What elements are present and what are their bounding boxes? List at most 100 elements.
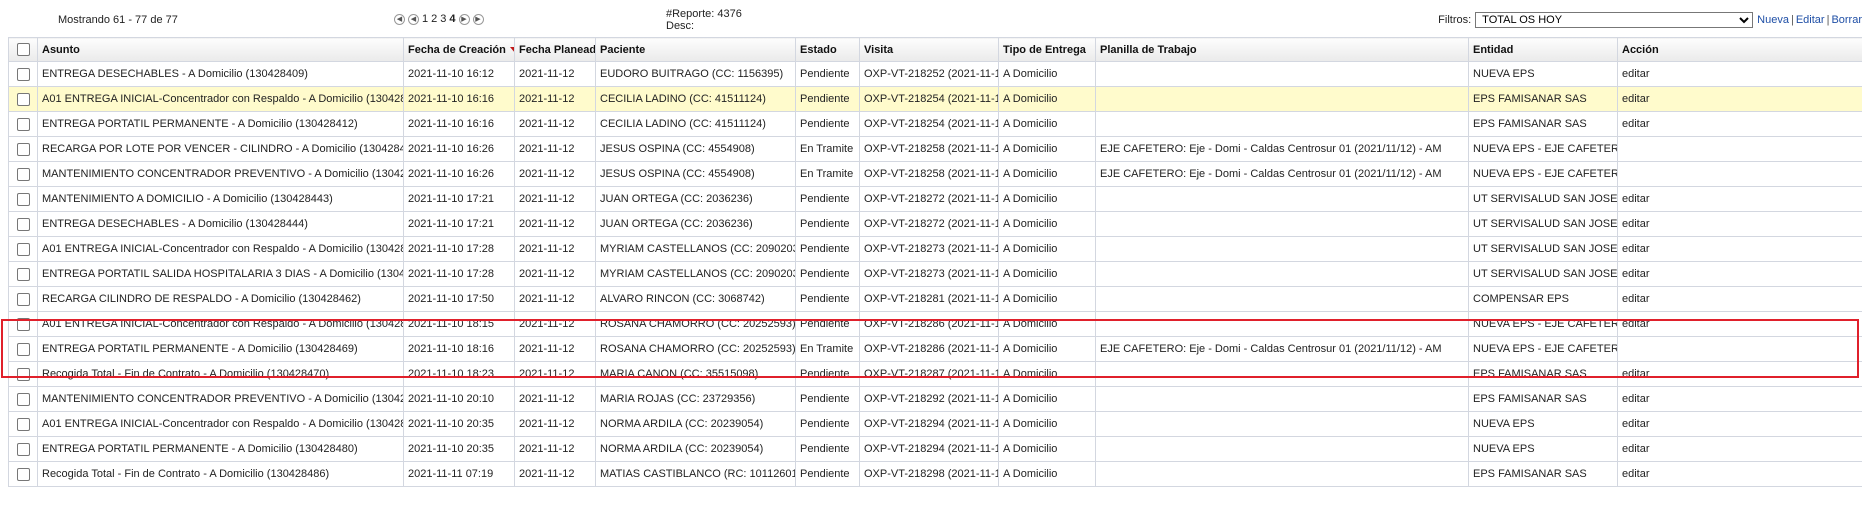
edit-row-link[interactable]: editar (1622, 218, 1650, 230)
filter-select[interactable]: TOTAL OS HOY (1475, 12, 1754, 28)
page-link-1[interactable]: 1 (422, 13, 428, 25)
cell-asunto: A01 ENTREGA INICIAL-Concentrador con Res… (37, 411, 404, 437)
row-checkbox[interactable] (16, 117, 30, 131)
cell-fecha-planeada: 2021-11-12 (514, 86, 596, 112)
cell-visita: OXP-VT-218298 (2021-11-12) (859, 461, 999, 487)
select-all-checkbox[interactable] (16, 43, 30, 56)
page-link-2[interactable]: 2 (431, 13, 437, 25)
edit-row-link[interactable]: editar (1622, 393, 1650, 405)
row-checkbox[interactable] (16, 142, 30, 156)
row-checkbox[interactable] (16, 242, 30, 256)
cell-tipo-entrega: A Domicilio (998, 311, 1096, 337)
new-link[interactable]: Nueva (1757, 14, 1789, 26)
header-visita[interactable]: Visita (859, 37, 999, 62)
cell-visita: OXP-VT-218254 (2021-11-12) (859, 111, 999, 137)
cell-estado: En Tramite (795, 161, 860, 187)
cell-tipo-entrega: A Domicilio (998, 86, 1096, 112)
row-checkbox[interactable] (16, 267, 30, 281)
cell-fecha-creacion: 2021-11-10 17:21 (403, 211, 515, 237)
header-estado[interactable]: Estado (795, 37, 860, 62)
cell-entidad: EPS FAMISANAR SAS (1468, 386, 1618, 412)
edit-row-link[interactable]: editar (1622, 418, 1650, 430)
row-checkbox[interactable] (16, 367, 30, 381)
row-checkbox[interactable] (16, 92, 30, 106)
first-page-icon[interactable]: ◀ (394, 13, 405, 25)
cell-tipo-entrega: A Domicilio (998, 461, 1096, 487)
table-row[interactable]: ENTREGA PORTATIL SALIDA HOSPITALARIA 3 D… (8, 261, 1862, 287)
table-row[interactable]: A01 ENTREGA INICIAL-Concentrador con Res… (8, 236, 1862, 262)
row-checkbox[interactable] (16, 192, 30, 206)
cell-accion: editar (1617, 411, 1862, 437)
row-checkbox[interactable] (16, 392, 30, 406)
cell-visita: OXP-VT-218273 (2021-11-12) (859, 261, 999, 287)
header-paciente[interactable]: Paciente (595, 37, 796, 62)
header-fecha-creacion[interactable]: Fecha de Creación (403, 37, 515, 62)
table-row[interactable]: ENTREGA DESECHABLES - A Domicilio (13042… (8, 61, 1862, 87)
row-checkbox[interactable] (16, 317, 30, 331)
edit-row-link[interactable]: editar (1622, 318, 1650, 330)
action-links: Nueva | Editar | Borrar (1757, 14, 1862, 26)
table-row[interactable]: RECARGA POR LOTE POR VENCER - CILINDRO -… (8, 136, 1862, 162)
next-page-icon[interactable]: ▶ (458, 13, 470, 25)
cell-paciente: MYRIAM CASTELLANOS (CC: 20902039) (595, 261, 796, 287)
table-row[interactable]: A01 ENTREGA INICIAL-Concentrador con Res… (8, 411, 1862, 437)
edit-row-link[interactable]: editar (1622, 293, 1650, 305)
cell-planilla (1095, 86, 1469, 112)
cell-fecha-creacion: 2021-11-10 17:50 (403, 286, 515, 312)
table-row[interactable]: ENTREGA PORTATIL PERMANENTE - A Domicili… (8, 111, 1862, 137)
edit-row-link[interactable]: editar (1622, 268, 1650, 280)
table-row[interactable]: ENTREGA PORTATIL PERMANENTE - A Domicili… (8, 336, 1862, 362)
header-entidad[interactable]: Entidad (1468, 37, 1618, 62)
header-tipo-entrega[interactable]: Tipo de Entrega (998, 37, 1096, 62)
delete-link[interactable]: Borrar (1831, 14, 1862, 26)
row-checkbox[interactable] (16, 442, 30, 456)
edit-link[interactable]: Editar (1796, 14, 1825, 26)
cell-fecha-planeada: 2021-11-12 (514, 461, 596, 487)
edit-row-link[interactable]: editar (1622, 193, 1650, 205)
table-row[interactable]: MANTENIMIENTO CONCENTRADOR PREVENTIVO - … (8, 386, 1862, 412)
table-row[interactable]: RECARGA CILINDRO DE RESPALDO - A Domicil… (8, 286, 1862, 312)
edit-row-link[interactable]: editar (1622, 68, 1650, 80)
edit-row-link[interactable]: editar (1622, 243, 1650, 255)
cell-tipo-entrega: A Domicilio (998, 436, 1096, 462)
cell-tipo-entrega: A Domicilio (998, 61, 1096, 87)
row-checkbox[interactable] (16, 417, 30, 431)
row-checkbox[interactable] (16, 467, 30, 481)
row-select-cell (8, 386, 38, 412)
header-fecha-planeada[interactable]: Fecha Planeada (514, 37, 596, 62)
row-checkbox[interactable] (16, 342, 30, 356)
page-link-3[interactable]: 3 (440, 13, 446, 25)
cell-fecha-planeada: 2021-11-12 (514, 436, 596, 462)
table-row[interactable]: A01 ENTREGA INICIAL-Concentrador con Res… (8, 311, 1862, 337)
row-checkbox[interactable] (16, 292, 30, 306)
previous-page-icon[interactable]: ◀ (408, 13, 419, 25)
row-select-cell (8, 361, 38, 387)
cell-estado: Pendiente (795, 111, 860, 137)
row-checkbox[interactable] (16, 217, 30, 231)
table-row[interactable]: Recogida Total - Fin de Contrato - A Dom… (8, 461, 1862, 487)
row-checkbox[interactable] (16, 167, 30, 181)
edit-row-link[interactable]: editar (1622, 368, 1650, 380)
header-asunto[interactable]: Asunto (37, 37, 404, 62)
sort-descending-icon[interactable] (509, 46, 514, 53)
cell-accion: editar (1617, 86, 1862, 112)
header-planilla[interactable]: Planilla de Trabajo (1095, 37, 1469, 62)
table-row[interactable]: Recogida Total - Fin de Contrato - A Dom… (8, 361, 1862, 387)
table-row[interactable]: MANTENIMIENTO A DOMICILIO - A Domicilio … (8, 186, 1862, 212)
edit-row-link[interactable]: editar (1622, 118, 1650, 130)
row-checkbox[interactable] (16, 67, 30, 81)
table-row[interactable]: A01 ENTREGA INICIAL-Concentrador con Res… (8, 86, 1862, 112)
last-page-icon[interactable]: ▶ (472, 13, 484, 25)
edit-row-link[interactable]: editar (1622, 468, 1650, 480)
table-row[interactable]: MANTENIMIENTO CONCENTRADOR PREVENTIVO - … (8, 161, 1862, 187)
table-row[interactable]: ENTREGA DESECHABLES - A Domicilio (13042… (8, 211, 1862, 237)
cell-paciente: JUAN ORTEGA (CC: 2036236) (595, 211, 796, 237)
cell-entidad: UT SERVISALUD SAN JOSE (1468, 211, 1618, 237)
edit-row-link[interactable]: editar (1622, 443, 1650, 455)
page-link-current[interactable]: 4 (449, 13, 455, 25)
cell-asunto: A01 ENTREGA INICIAL-Concentrador con Res… (37, 236, 404, 262)
table-row[interactable]: ENTREGA PORTATIL PERMANENTE - A Domicili… (8, 436, 1862, 462)
edit-row-link[interactable]: editar (1622, 93, 1650, 105)
row-select-cell (8, 186, 38, 212)
cell-asunto: RECARGA CILINDRO DE RESPALDO - A Domicil… (37, 286, 404, 312)
